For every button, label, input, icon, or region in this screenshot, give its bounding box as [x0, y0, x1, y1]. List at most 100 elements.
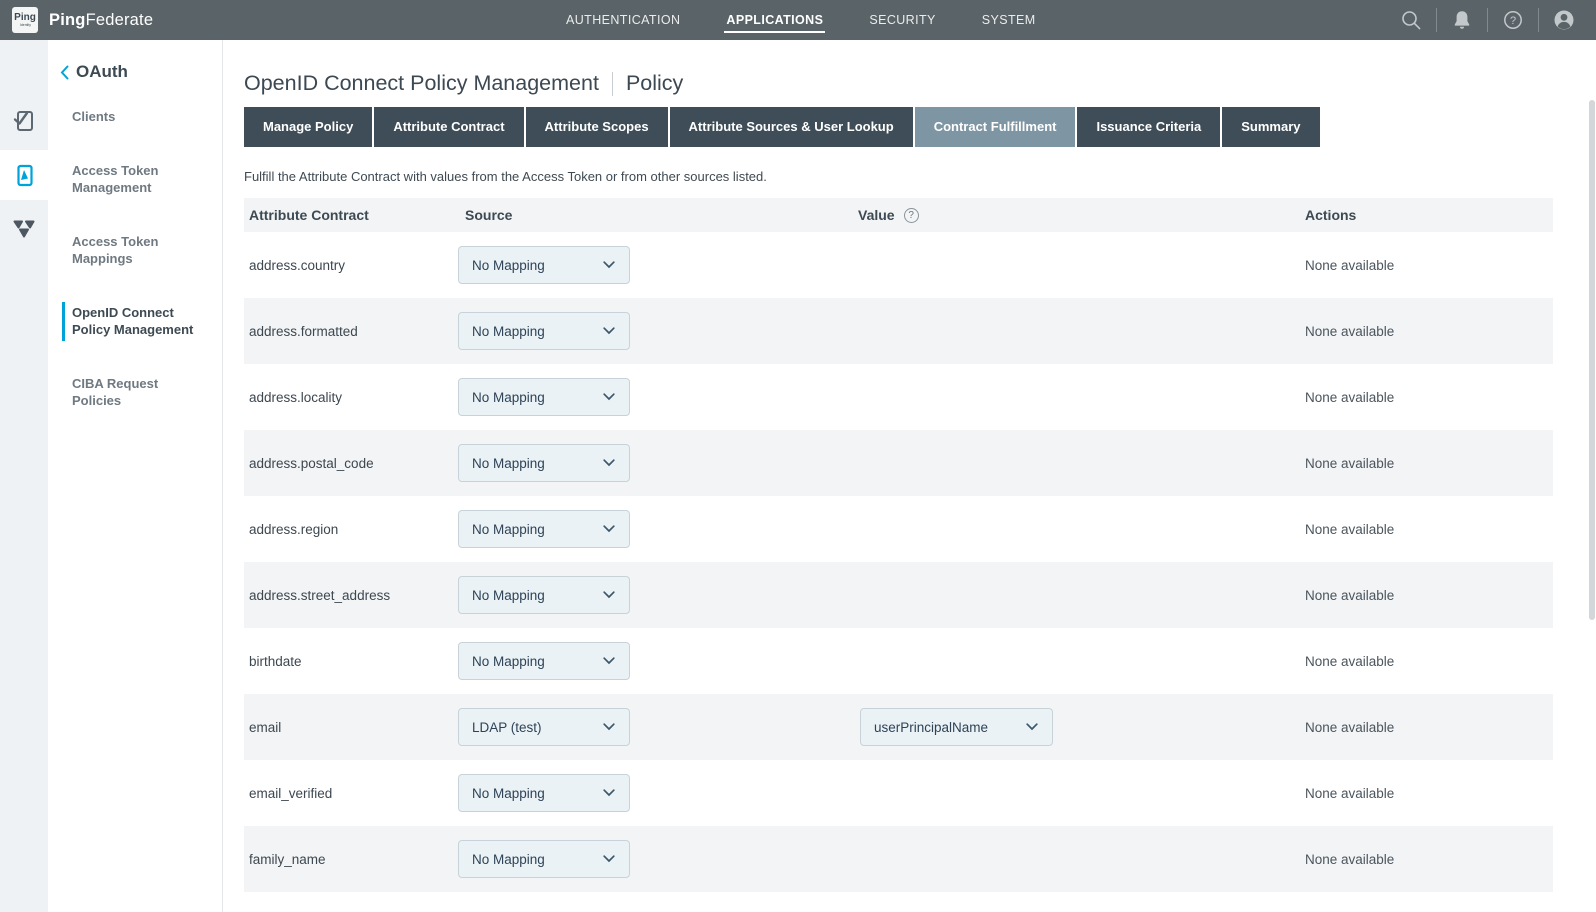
actions-text: None available — [1305, 390, 1394, 405]
table-body: address.country No Mapping None availabl… — [244, 232, 1553, 892]
chevron-down-icon — [603, 591, 615, 599]
source-select-value: No Mapping — [472, 324, 545, 339]
scrollbar-thumb[interactable] — [1589, 100, 1595, 620]
primary-nav: AUTHENTICATION APPLICATIONS SECURITY SYS… — [566, 0, 1036, 40]
contract-fulfillment-table: Attribute Contract Source Value ? Action… — [244, 198, 1553, 892]
title-divider — [612, 72, 613, 96]
table-row: address.street_address No Mapping None a… — [244, 562, 1553, 628]
app-title: PingFederate — [49, 11, 153, 30]
sidebar-section-title: OAuth — [76, 62, 128, 82]
sidebar-item-ciba-request-policies[interactable]: CIBA Request Policies — [48, 375, 222, 410]
scrollbar[interactable] — [1589, 40, 1595, 912]
attribute-name: address.postal_code — [249, 456, 374, 471]
source-select-value: No Mapping — [472, 390, 545, 405]
header-source: Source — [458, 207, 858, 223]
attribute-name: address.locality — [249, 390, 342, 405]
tab-issuance-criteria[interactable]: Issuance Criteria — [1077, 107, 1220, 147]
search-icon[interactable] — [1399, 9, 1423, 31]
source-select[interactable]: No Mapping — [458, 840, 630, 878]
ping-logo-subtext: Identity — [20, 23, 31, 26]
oauth-module-icon[interactable] — [0, 203, 48, 253]
chevron-down-icon — [603, 393, 615, 401]
table-row: birthdate No Mapping None available — [244, 628, 1553, 694]
chevron-left-icon — [60, 65, 69, 80]
tab-manage-policy[interactable]: Manage Policy — [244, 107, 372, 147]
header-actions: Actions — [1305, 207, 1553, 223]
user-account-icon[interactable] — [1552, 8, 1576, 32]
app-title-bold: Ping — [49, 11, 86, 29]
table-row: address.postal_code No Mapping None avai… — [244, 430, 1553, 496]
actions-text: None available — [1305, 786, 1394, 801]
source-select-value: No Mapping — [472, 456, 545, 471]
sidebar-item-openid-connect-policy-management[interactable]: OpenID Connect Policy Management — [48, 304, 222, 339]
page-description: Fulfill the Attribute Contract with valu… — [244, 169, 1596, 184]
tab-attribute-scopes[interactable]: Attribute Scopes — [526, 107, 668, 147]
chevron-down-icon — [603, 327, 615, 335]
page-title: OpenID Connect Policy Management — [244, 71, 599, 96]
source-select[interactable]: No Mapping — [458, 246, 630, 284]
top-nav-item-security[interactable]: SECURITY — [869, 0, 935, 40]
top-nav-item-system[interactable]: SYSTEM — [982, 0, 1036, 40]
attribute-name: address.street_address — [249, 588, 390, 603]
header-value: Value ? — [858, 207, 1305, 223]
chevron-down-icon — [603, 525, 615, 533]
tab-attribute-contract[interactable]: Attribute Contract — [374, 107, 523, 147]
page-title-row: OpenID Connect Policy Management Policy — [244, 71, 1596, 96]
chevron-down-icon — [603, 789, 615, 797]
value-select[interactable]: userPrincipalName — [860, 708, 1053, 746]
actions-text: None available — [1305, 588, 1394, 603]
top-bar: Ping Identity PingFederate AUTHENTICATIO… — [0, 0, 1596, 40]
table-row: email LDAP (test) userPrincipalName None… — [244, 694, 1553, 760]
source-select[interactable]: No Mapping — [458, 576, 630, 614]
notifications-bell-icon[interactable] — [1450, 9, 1474, 31]
tab-summary[interactable]: Summary — [1222, 107, 1319, 147]
header-attribute-contract: Attribute Contract — [244, 207, 458, 223]
table-row: address.locality No Mapping None availab… — [244, 364, 1553, 430]
top-nav-item-authentication[interactable]: AUTHENTICATION — [566, 0, 680, 40]
source-select[interactable]: LDAP (test) — [458, 708, 630, 746]
actions-text: None available — [1305, 654, 1394, 669]
table-row: address.country No Mapping None availabl… — [244, 232, 1553, 298]
table-row: address.formatted No Mapping None availa… — [244, 298, 1553, 364]
source-select[interactable]: No Mapping — [458, 510, 630, 548]
sidebar-item-access-token-management[interactable]: Access Token Management — [48, 162, 222, 197]
chevron-down-icon — [603, 723, 615, 731]
ping-logo[interactable]: Ping Identity — [12, 7, 38, 33]
table-row: address.region No Mapping None available — [244, 496, 1553, 562]
source-select[interactable]: No Mapping — [458, 378, 630, 416]
value-help-icon[interactable]: ? — [904, 208, 919, 223]
table-row: email_verified No Mapping None available — [244, 760, 1553, 826]
access-token-module-icon[interactable] — [0, 150, 48, 200]
table-row: family_name No Mapping None available — [244, 826, 1553, 892]
main-content: OpenID Connect Policy Management Policy … — [223, 40, 1596, 912]
help-icon[interactable]: ? — [1501, 9, 1525, 31]
source-select[interactable]: No Mapping — [458, 642, 630, 680]
source-select[interactable]: No Mapping — [458, 444, 630, 482]
source-select-value: No Mapping — [472, 654, 545, 669]
module-icon-rail — [0, 40, 48, 912]
sidebar-items: Clients Access Token Management Access T… — [48, 108, 222, 410]
sidebar-back-oauth[interactable]: OAuth — [48, 40, 222, 82]
chevron-down-icon — [603, 657, 615, 665]
tab-attribute-sources-user-lookup[interactable]: Attribute Sources & User Lookup — [670, 107, 913, 147]
sidebar-item-clients[interactable]: Clients — [48, 108, 222, 126]
actions-text: None available — [1305, 324, 1394, 339]
policy-tabs: Manage Policy Attribute Contract Attribu… — [244, 107, 1596, 147]
svg-text:?: ? — [1510, 15, 1516, 27]
sidebar-item-access-token-mappings[interactable]: Access Token Mappings — [48, 233, 222, 268]
actions-text: None available — [1305, 852, 1394, 867]
source-select-value: No Mapping — [472, 786, 545, 801]
source-select-value: No Mapping — [472, 522, 545, 537]
authorization-check-icon[interactable] — [0, 95, 48, 145]
attribute-name: email_verified — [249, 786, 332, 801]
attribute-name: family_name — [249, 852, 326, 867]
top-nav-item-applications[interactable]: APPLICATIONS — [726, 0, 823, 40]
attribute-name: address.country — [249, 258, 345, 273]
source-select[interactable]: No Mapping — [458, 774, 630, 812]
source-select-value: LDAP (test) — [472, 720, 542, 735]
source-select[interactable]: No Mapping — [458, 312, 630, 350]
attribute-name: birthdate — [249, 654, 302, 669]
tab-contract-fulfillment[interactable]: Contract Fulfillment — [915, 107, 1076, 147]
value-select-value: userPrincipalName — [874, 720, 988, 735]
top-bar-divider — [1487, 8, 1488, 32]
